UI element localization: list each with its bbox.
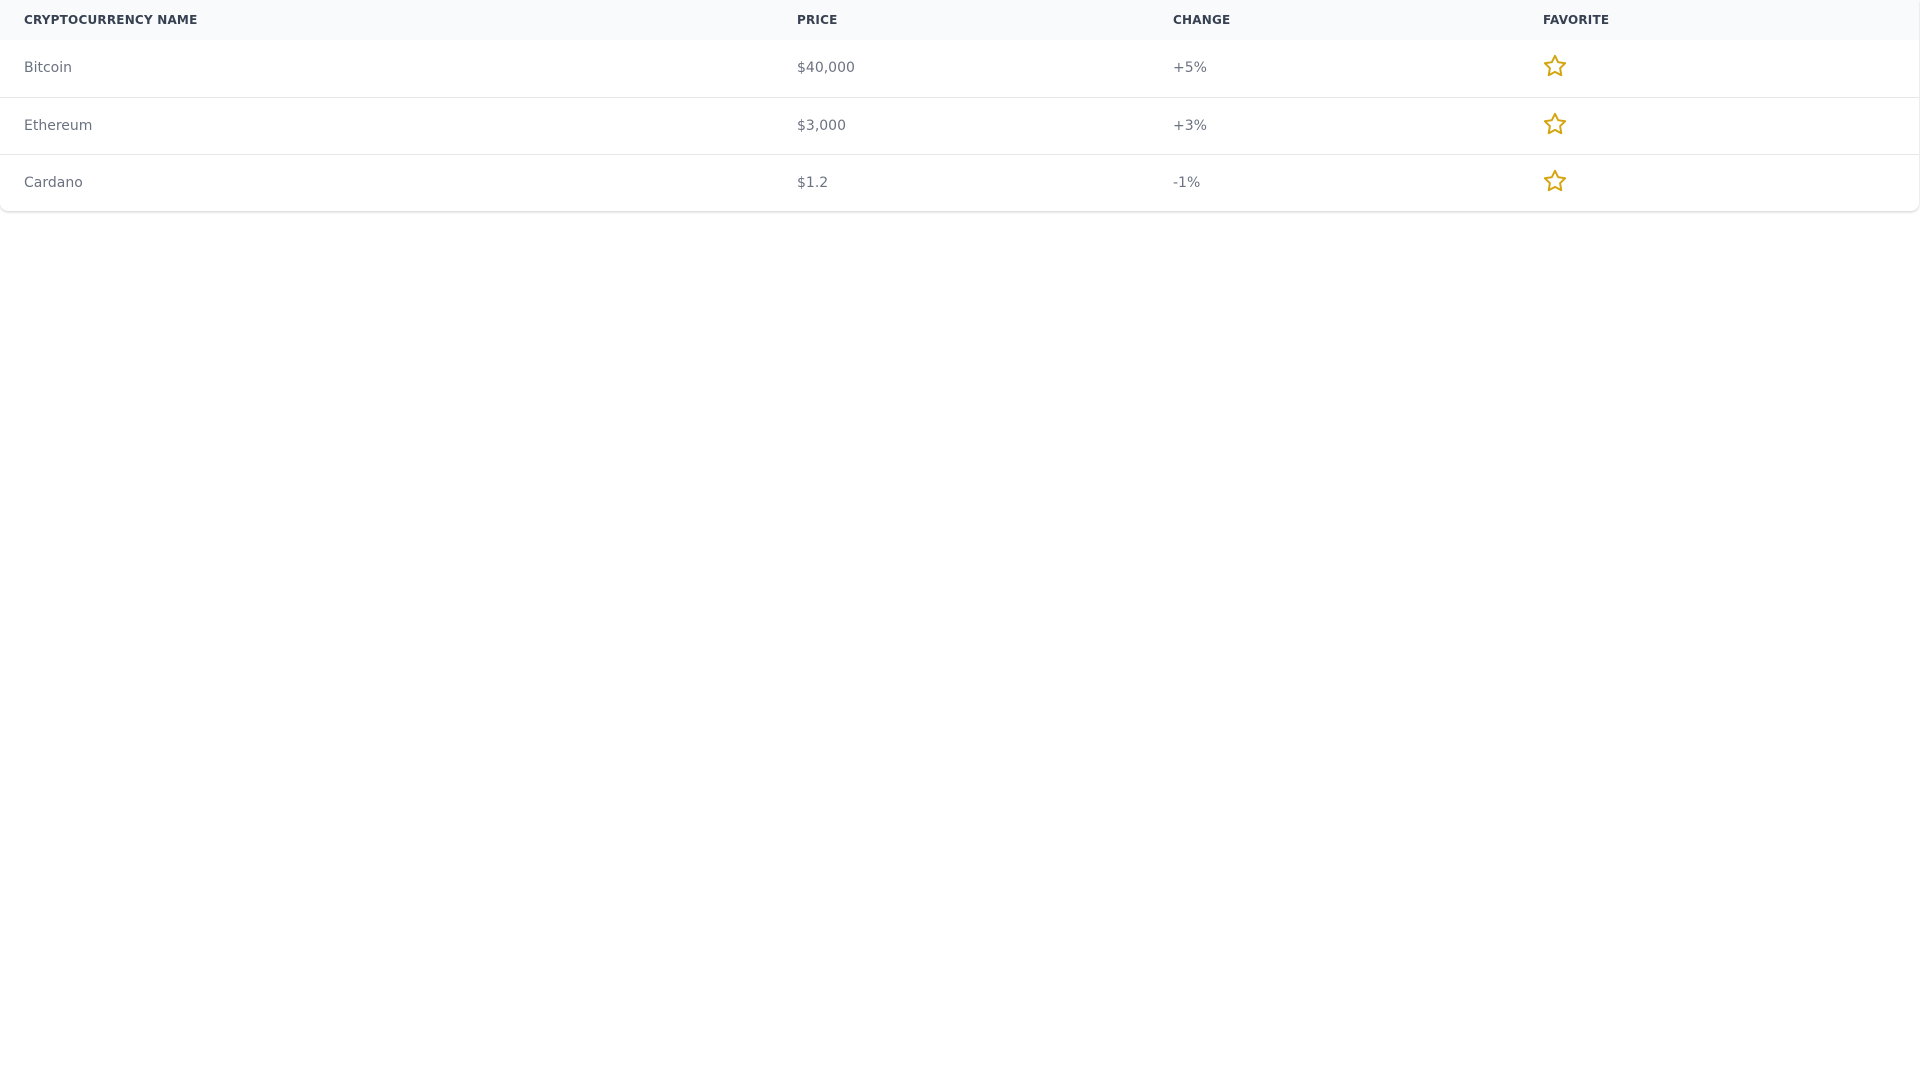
crypto-price-cell: $1.2 bbox=[797, 174, 829, 191]
table-body: Bitcoin $40,000 +5% Ethereum $3,000 +3% bbox=[0, 40, 1919, 211]
column-header-favorite: Favorite bbox=[1543, 13, 1610, 27]
table-row: Cardano $1.2 -1% bbox=[0, 154, 1919, 211]
crypto-change-cell: +5% bbox=[1173, 60, 1207, 77]
table-row: Ethereum $3,000 +3% bbox=[0, 97, 1919, 154]
crypto-price-cell: $40,000 bbox=[797, 60, 855, 77]
favorite-cell bbox=[1519, 97, 1919, 154]
crypto-change-cell: +3% bbox=[1173, 117, 1207, 134]
star-outline-icon bbox=[1543, 169, 1567, 191]
column-header-change: Change bbox=[1173, 13, 1231, 27]
crypto-table-card: Cryptocurrency Name Price Change Favorit… bbox=[0, 0, 1919, 211]
column-header-price: Price bbox=[797, 13, 838, 27]
table-row: Bitcoin $40,000 +5% bbox=[0, 40, 1919, 97]
crypto-table: Cryptocurrency Name Price Change Favorit… bbox=[0, 0, 1919, 211]
crypto-name-cell: Cardano bbox=[24, 174, 83, 191]
table-header-row: Cryptocurrency Name Price Change Favorit… bbox=[0, 0, 1919, 40]
star-outline-icon bbox=[1543, 55, 1567, 77]
table-header: Cryptocurrency Name Price Change Favorit… bbox=[0, 0, 1919, 40]
crypto-name-cell: Ethereum bbox=[24, 117, 93, 134]
favorite-button[interactable] bbox=[1542, 168, 1568, 194]
crypto-price-cell: $3,000 bbox=[797, 117, 846, 134]
favorite-cell bbox=[1519, 40, 1919, 97]
favorite-cell bbox=[1519, 154, 1919, 211]
favorite-button[interactable] bbox=[1542, 111, 1568, 137]
column-header-name: Cryptocurrency Name bbox=[24, 13, 198, 27]
favorite-button[interactable] bbox=[1542, 53, 1568, 79]
crypto-name-cell: Bitcoin bbox=[24, 60, 73, 77]
star-outline-icon bbox=[1543, 112, 1567, 134]
crypto-change-cell: -1% bbox=[1173, 174, 1201, 191]
